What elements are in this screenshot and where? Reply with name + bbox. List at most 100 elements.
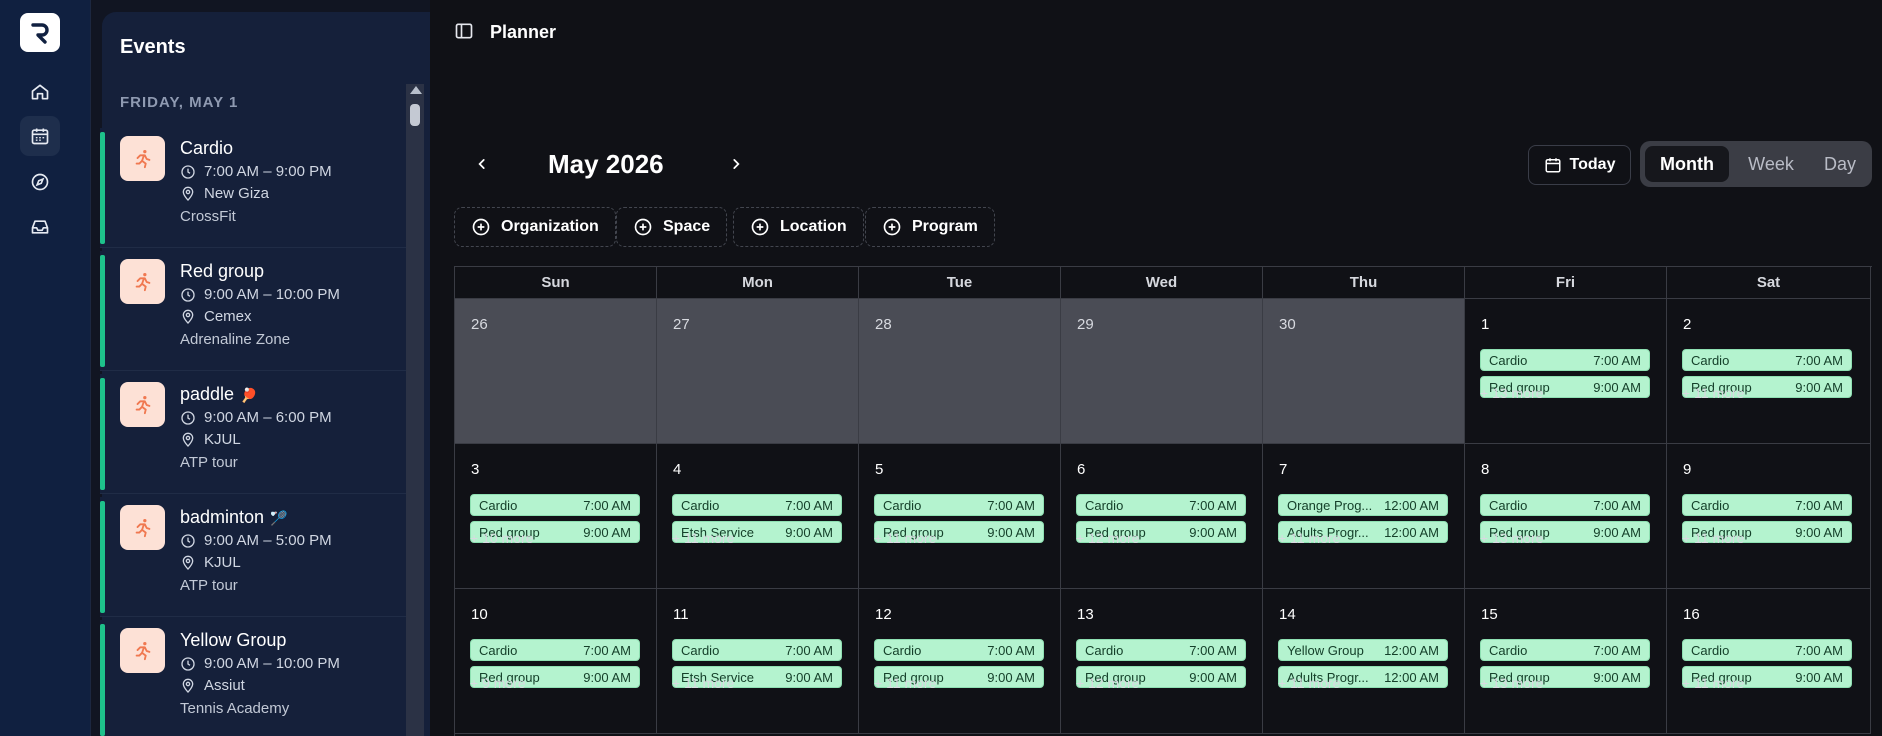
event-chip[interactable]: Cardio 7:00 AM [470,494,640,516]
more-events-link[interactable]: + 13 more [1480,385,1543,401]
app-logo[interactable] [20,13,60,52]
view-week-tab[interactable]: Week [1732,146,1810,182]
event-chip[interactable]: Cardio 7:00 AM [1076,494,1246,516]
day-cell[interactable]: 1 Cardio 7:00 AM Red group 9:00 AM + 13 more [1465,299,1667,444]
day-cell[interactable]: 8 Cardio 7:00 AM Red group 9:00 AM + 13 more [1465,444,1667,589]
event-chip[interactable]: Cardio 7:00 AM [874,639,1044,661]
filter-space-button[interactable]: Space [616,207,728,247]
more-events-link[interactable]: + 10 more [470,530,533,546]
day-cell[interactable]: 14 Yellow Group 12:00 AM Adults Progr... 12:… [1263,589,1465,734]
event-chip-time: 9:00 AM [1189,669,1237,685]
day-cell[interactable]: 5 Cardio 7:00 AM Red group 9:00 AM + 11 more [859,444,1061,589]
prev-month-button[interactable] [470,152,494,176]
event-chip[interactable]: Cardio 7:00 AM [1480,494,1650,516]
day-cell[interactable]: 26 [455,299,657,444]
event-chip[interactable]: Cardio 7:00 AM [672,639,842,661]
event-chip-time: 9:00 AM [1189,524,1237,540]
filter-location-button[interactable]: Location [733,207,864,247]
event-chip[interactable]: Orange Prog... 12:00 AM [1278,494,1448,516]
more-events-link[interactable]: + 12 more [1076,675,1139,691]
event-card[interactable]: paddle 🏓 9:00 AM – 6:00 PM KJUL ATP tour [100,374,406,494]
filter-organization-button[interactable]: Organization [454,207,616,247]
event-chip-time: 7:00 AM [1189,642,1237,658]
event-chip[interactable]: Cardio 7:00 AM [1076,639,1246,661]
more-events-link[interactable]: + 11 more [672,675,734,691]
event-card[interactable]: Yellow Group 9:00 AM – 10:00 PM Assiut Tenn… [100,620,406,736]
day-cell[interactable]: 30 [1263,299,1465,444]
today-button[interactable]: Today [1528,145,1631,185]
day-cell[interactable]: 12 Cardio 7:00 AM Red group 9:00 AM + 11 more [859,589,1061,734]
event-emoji: 🏸 [270,510,288,526]
nav-home-button[interactable] [20,72,60,112]
next-month-button[interactable] [724,152,748,176]
events-date-heading: FRIDAY, MAY 1 [120,94,239,111]
day-cell[interactable]: 7 Orange Prog... 12:00 AM Adults Progr... 12… [1263,444,1465,589]
chevron-left-icon [478,159,485,169]
event-chip[interactable]: Cardio 7:00 AM [672,494,842,516]
event-card[interactable]: Cardio 7:00 AM – 9:00 PM New Giza CrossFit [100,128,406,248]
more-events-link[interactable]: + 11 more [1682,530,1744,546]
day-number: 27 [673,316,690,333]
day-cell[interactable]: 2 Cardio 7:00 AM Red group 9:00 AM + 11 more [1667,299,1871,444]
view-day-tab[interactable]: Day [1812,146,1868,182]
compass-icon [31,173,49,191]
day-cell[interactable]: 13 Cardio 7:00 AM Red group 9:00 AM + 12 more [1061,589,1263,734]
day-cell[interactable]: 27 [657,299,859,444]
event-chip[interactable]: Cardio 7:00 AM [1682,494,1852,516]
scroll-up-arrow-icon[interactable] [410,86,422,94]
events-scrollbar[interactable] [406,84,424,736]
sidebar-toggle-button[interactable] [454,21,474,41]
event-chip[interactable]: Cardio 7:00 AM [874,494,1044,516]
event-time: 9:00 AM – 10:00 PM [204,655,340,672]
event-chip[interactable]: Cardio 7:00 AM [1480,639,1650,661]
more-events-link[interactable]: + 11 more [672,530,734,546]
event-chip[interactable]: Cardio 7:00 AM [1682,349,1852,371]
day-cell[interactable]: 29 [1061,299,1263,444]
more-events-link[interactable]: + 12 more [1076,530,1139,546]
day-cell[interactable]: 11 Cardio 7:00 AM Etsh Service 9:00 AM + 11 m… [657,589,859,734]
more-events-link[interactable]: + 11 more [1682,675,1744,691]
event-card[interactable]: Red group 9:00 AM – 10:00 PM Cemex Adrenali… [100,251,406,371]
clock-icon [181,656,195,671]
nav-calendar-button[interactable] [20,116,60,156]
event-chip[interactable]: Cardio 7:00 AM [1480,349,1650,371]
view-month-tab[interactable]: Month [1645,146,1729,182]
nav-inbox-button[interactable] [20,207,60,247]
more-events-link[interactable]: + 11 more [874,675,936,691]
map-pin-icon [182,678,194,693]
weekday-header: Sat [1667,267,1871,299]
day-cell[interactable]: 16 Cardio 7:00 AM Red group 9:00 AM + 11 more [1667,589,1871,734]
event-organizer: Adrenaline Zone [180,331,291,348]
calendar-icon [31,128,49,145]
event-chip-name: Cardio [1691,497,1730,513]
event-chip-time: 9:00 AM [583,669,631,685]
event-organizer: ATP tour [180,577,238,594]
day-cell[interactable]: 9 Cardio 7:00 AM Red group 9:00 AM + 11 more [1667,444,1871,589]
day-cell[interactable]: 6 Cardio 7:00 AM Red group 9:00 AM + 12 more [1061,444,1263,589]
nav-explore-button[interactable] [20,162,60,202]
event-title: badminton 🏸 [180,507,288,528]
day-cell[interactable]: 15 Cardio 7:00 AM Red group 9:00 AM + 13 more [1465,589,1667,734]
event-location-row: KJUL [180,554,241,571]
day-cell[interactable]: 4 Cardio 7:00 AM Etsh Service 9:00 AM + 11 mo… [657,444,859,589]
day-number: 9 [1683,461,1692,478]
day-cell[interactable]: 28 [859,299,1061,444]
more-events-link[interactable]: + 9 more [470,675,526,691]
more-events-link[interactable]: + 11 more [874,530,936,546]
event-chip[interactable]: Cardio 7:00 AM [1682,639,1852,661]
scroll-thumb[interactable] [410,104,420,126]
more-events-link[interactable]: + 11 more [1278,675,1340,691]
more-events-link[interactable]: + 11 more [1682,385,1744,401]
event-chip-name: Cardio [1691,642,1730,658]
event-card[interactable]: badminton 🏸 9:00 AM – 5:00 PM KJUL ATP tour [100,497,406,617]
filter-program-button[interactable]: Program [865,207,995,247]
event-chip[interactable]: Cardio 7:00 AM [470,639,640,661]
more-events-link[interactable]: + 11 more [1278,530,1340,546]
event-chip[interactable]: Yellow Group 12:00 AM [1278,639,1448,661]
more-events-link[interactable]: + 13 more [1480,530,1543,546]
event-accent-bar [100,624,105,736]
more-events-link[interactable]: + 13 more [1480,675,1543,691]
event-location-row: KJUL [180,431,241,448]
day-cell[interactable]: 10 Cardio 7:00 AM Red group 9:00 AM + 9 more [455,589,657,734]
day-cell[interactable]: 3 Cardio 7:00 AM Red group 9:00 AM + 10 more [455,444,657,589]
